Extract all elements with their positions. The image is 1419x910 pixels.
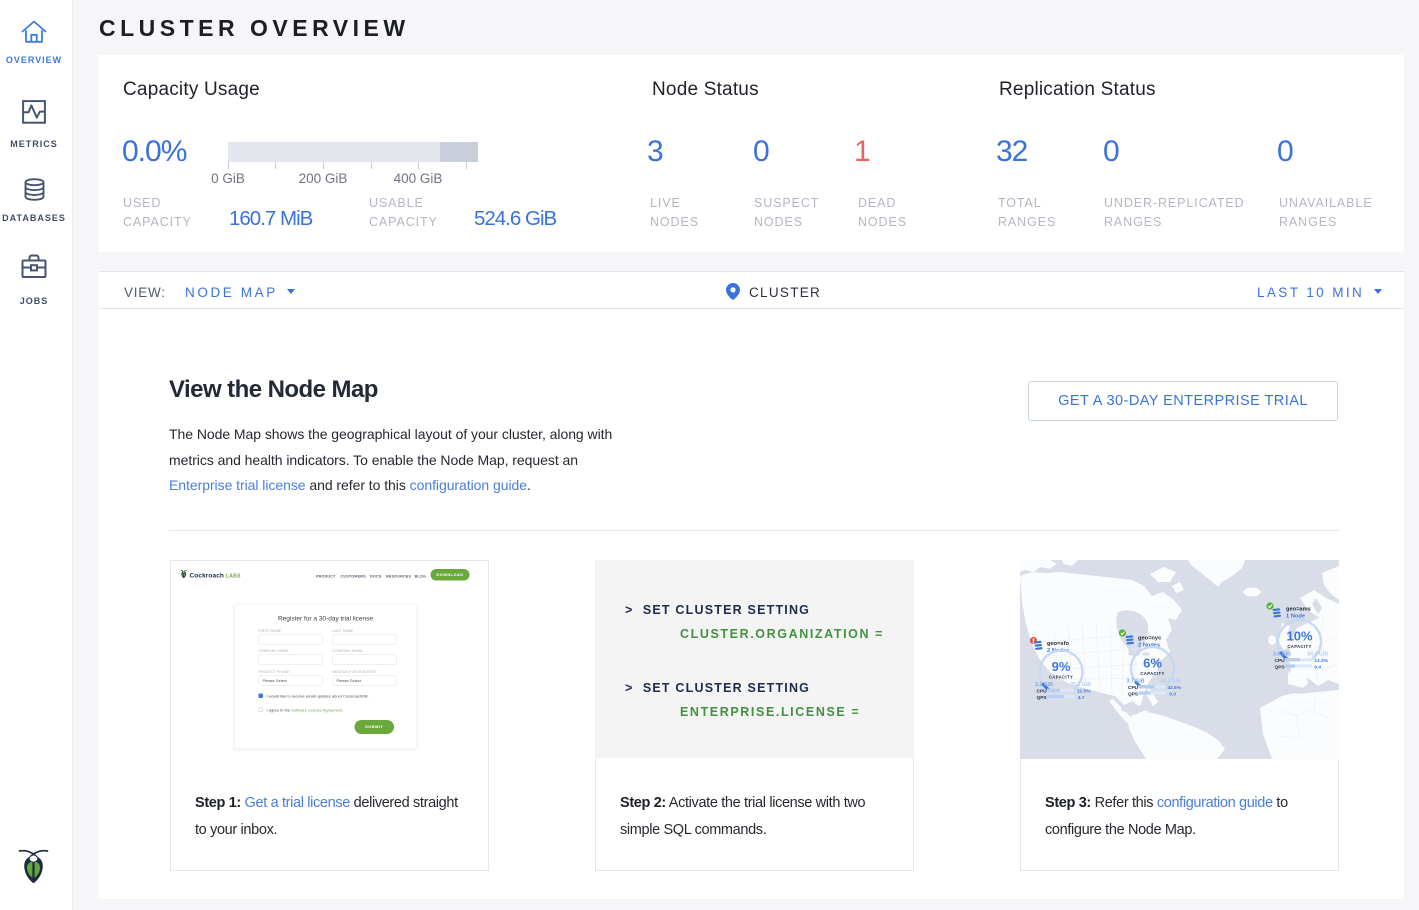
svg-text:11.0%: 11.0% <box>1077 689 1091 695</box>
svg-text:geo=nyc: geo=nyc <box>1138 636 1161 642</box>
svg-text:4.7: 4.7 <box>1078 695 1085 701</box>
svg-text:9%: 9% <box>1052 659 1071 674</box>
svg-text:0.0: 0.0 <box>1169 691 1176 697</box>
svg-text:geo=sfo: geo=sfo <box>1047 641 1069 647</box>
svg-text:CPU: CPU <box>1128 685 1139 691</box>
svg-text:CAPACITY: CAPACITY <box>1140 671 1164 676</box>
svg-text:6%: 6% <box>1143 656 1162 671</box>
svg-text:CAPACITY: CAPACITY <box>1287 644 1311 649</box>
svg-text:3.6 GiB: 3.6 GiB <box>1273 652 1291 658</box>
svg-text:35.1 GiB: 35.1 GiB <box>1070 682 1091 688</box>
svg-text:13.3%: 13.3% <box>1314 658 1328 664</box>
svg-text:3.2 GiB: 3.2 GiB <box>1035 682 1053 688</box>
svg-text:QPS: QPS <box>1037 695 1048 701</box>
svg-text:42.5%: 42.5% <box>1167 685 1181 691</box>
svg-text:CPU: CPU <box>1037 689 1048 695</box>
svg-text:10%: 10% <box>1286 629 1312 644</box>
svg-text:QPS: QPS <box>1275 664 1286 670</box>
svg-text:1 Node: 1 Node <box>1286 614 1305 620</box>
svg-text:3.7 GiB: 3.7 GiB <box>1127 679 1145 685</box>
svg-text:QPS: QPS <box>1128 691 1139 697</box>
svg-text:CAPACITY: CAPACITY <box>1049 675 1073 680</box>
svg-text:43.7 GiB: 43.7 GiB <box>1160 679 1181 685</box>
svg-text:geo=ams: geo=ams <box>1286 607 1311 613</box>
svg-text:54.4 GiB: 54.4 GiB <box>1307 652 1328 658</box>
svg-text:CPU: CPU <box>1275 658 1286 664</box>
svg-text:0.4: 0.4 <box>1314 664 1321 670</box>
